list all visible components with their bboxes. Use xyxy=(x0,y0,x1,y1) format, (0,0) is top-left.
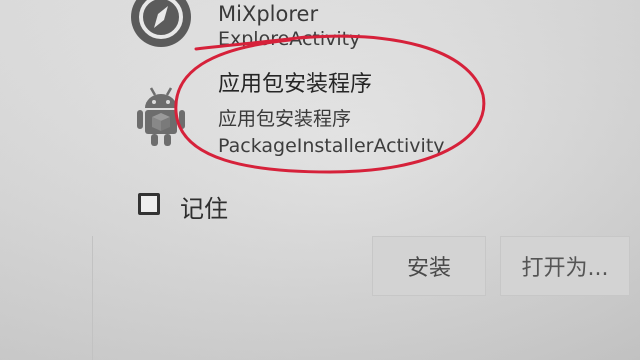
app-name: MiXplorer xyxy=(218,2,319,26)
divider xyxy=(92,236,93,360)
app-name: 应用包安装程序 xyxy=(218,108,352,130)
app-option-package-installer[interactable]: 应用包安装程序 应用包安装程序 PackageInstallerActivity xyxy=(130,62,600,162)
install-button[interactable]: 安装 xyxy=(372,236,486,296)
button-bar: 安装 打开为... xyxy=(92,236,640,360)
app-activity: ExploreActivity xyxy=(218,28,361,50)
remember-label: 记住 xyxy=(180,195,228,223)
remember-checkbox[interactable] xyxy=(138,193,160,215)
app-activity: PackageInstallerActivity xyxy=(218,135,445,157)
compass-icon xyxy=(131,0,191,47)
app-option-mixplorer[interactable]: MiXplorer ExploreActivity xyxy=(130,0,600,50)
app-title: 应用包安装程序 xyxy=(218,72,373,97)
android-icon xyxy=(137,87,185,146)
open-with-button[interactable]: 打开为... xyxy=(500,236,630,296)
